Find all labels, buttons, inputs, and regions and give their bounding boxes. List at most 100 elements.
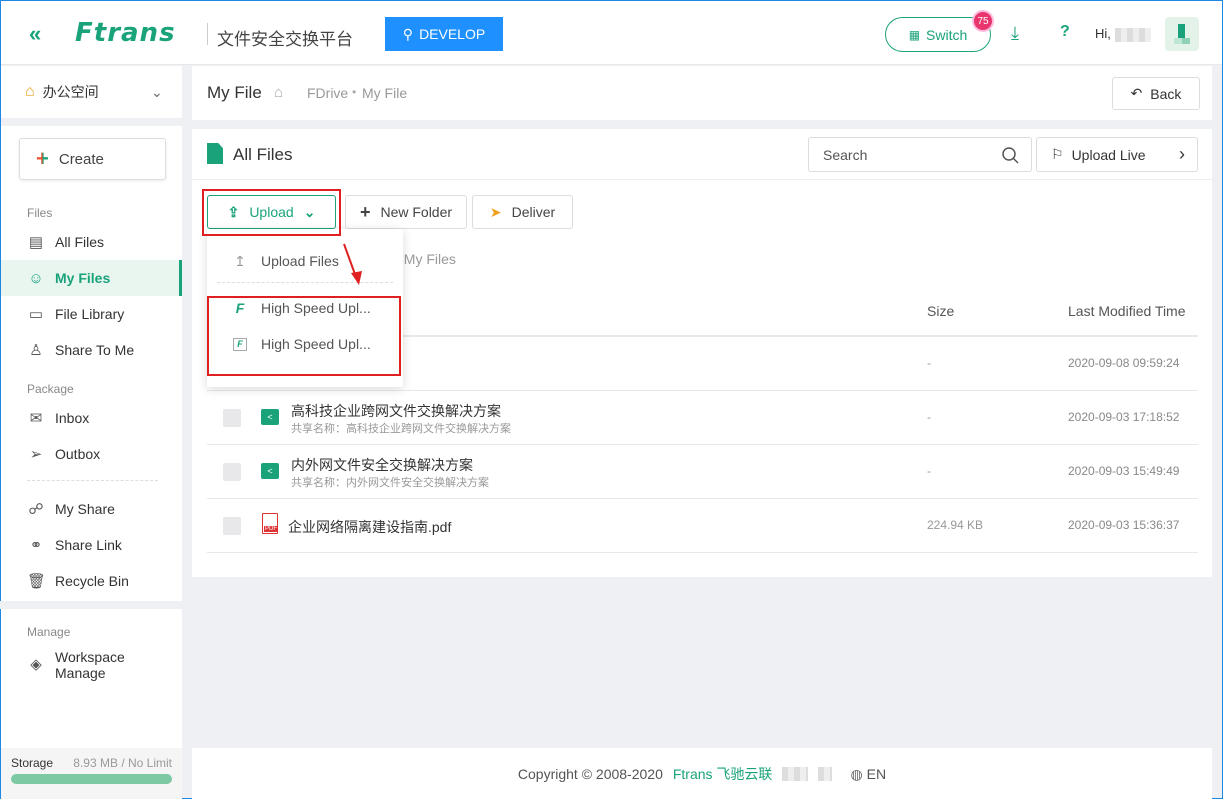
row-size: - — [927, 356, 931, 370]
collapse-sidebar-icon[interactable]: « — [29, 21, 41, 47]
paper-plane-icon: ➤ — [489, 203, 502, 220]
storage-value: 8.93 MB / No Limit — [73, 756, 172, 770]
sidebar-item-all-files[interactable]: ▤ All Files — [1, 224, 182, 260]
row-name[interactable]: 内外网文件安全交换解决方案 — [291, 455, 473, 475]
column-size[interactable]: Size — [927, 303, 954, 319]
table-row[interactable]: < 内外网文件安全交换解决方案 共享名称：内外网文件安全交换解决方案 - 202… — [207, 445, 1198, 499]
breadcrumb-fdrive[interactable]: FDrive — [307, 85, 348, 101]
back-arrow-icon: ↶ — [1130, 85, 1143, 101]
menu-divider — [217, 282, 393, 283]
rocket-icon: ⚐ — [1051, 146, 1064, 162]
share-icon: ☍ — [28, 501, 44, 518]
sidebar-item-recycle-bin[interactable]: 🗑 Recycle Bin — [1, 563, 182, 599]
search-icon[interactable] — [1001, 146, 1019, 164]
sidebar-item-workspace-manage[interactable]: ◈ Workspace Manage — [1, 643, 182, 687]
upload-live-label: Upload Live — [1071, 146, 1146, 163]
row-name[interactable]: 高科技企业跨网文件交换解决方案 — [291, 401, 501, 421]
platform-title: 文件安全交换平台 — [217, 30, 353, 49]
upload-arrow-icon: ↥ — [234, 252, 246, 269]
row-modified: 2020-09-03 15:36:37 — [1068, 518, 1180, 532]
sidebar-item-my-files[interactable]: ☺ My Files — [1, 260, 182, 296]
sidebar-item-label: Recycle Bin — [55, 573, 129, 589]
paper-plane-icon: ➢ — [29, 446, 43, 463]
section-files: Files — [27, 206, 53, 220]
chevron-down-icon: ⌄ — [151, 84, 163, 100]
download-icon[interactable]: ⤓ — [1011, 23, 1019, 44]
deliver-button[interactable]: ➤ Deliver — [472, 195, 573, 229]
folder-list-icon: ▤ — [28, 234, 44, 251]
footer-brand-link[interactable]: Ftrans 飞驰云联 — [673, 764, 773, 784]
sidebar-item-label: My Share — [55, 501, 115, 517]
greeting-label: Hi, — [1095, 26, 1111, 41]
table-row[interactable]: PDF 企业网络隔离建设指南.pdf 224.94 KB 2020-09-03 … — [207, 499, 1198, 553]
blurred-text — [782, 767, 809, 781]
search-input[interactable]: Search — [808, 137, 1032, 172]
footer: Copyright © 2008-2020 Ftrans 飞驰云联 ◍ EN — [192, 748, 1212, 799]
section-package: Package — [27, 382, 74, 396]
search-placeholder: Search — [823, 146, 868, 163]
copyright: Copyright © 2008-2020 — [517, 766, 663, 782]
workspace-selector[interactable]: ⌂ 办公空间 ⌄ — [1, 66, 182, 126]
blurred-username — [1114, 27, 1151, 42]
shared-folder-icon: < — [261, 463, 279, 479]
row-name[interactable]: 企业网络隔离建设指南.pdf — [288, 517, 451, 537]
switch-label: Switch — [926, 26, 968, 43]
trash-icon: 🗑 — [27, 573, 47, 590]
home-icon: ⌂ — [25, 83, 35, 100]
create-button[interactable]: + Create — [19, 138, 166, 180]
row-share-name: 共享名称：内外网文件安全交换解决方案 — [291, 477, 489, 489]
file-panel-header: All Files Search ⚐ Upload Live › — [192, 129, 1212, 180]
link-icon: ⚭ — [29, 537, 43, 554]
row-checkbox[interactable] — [223, 409, 241, 427]
breadcrumb-my-file: My File — [362, 85, 408, 101]
deliver-label: Deliver — [511, 204, 556, 220]
panel-title: All Files — [233, 145, 293, 164]
file-icon — [207, 143, 223, 164]
greeting[interactable]: Hi, — [1095, 26, 1151, 42]
current-path[interactable]: / My Files — [396, 251, 456, 267]
sidebar-item-label: Share To Me — [55, 342, 135, 358]
sidebar: ⌂ 办公空间 ⌄ + Create Files ▤ All Files ☺ My F… — [0, 66, 183, 799]
envelope-icon: ✉ — [29, 410, 43, 427]
row-checkbox[interactable] — [223, 517, 241, 535]
avatar[interactable] — [1165, 17, 1199, 51]
sidebar-item-share-link[interactable]: ⚭ Share Link — [1, 527, 182, 563]
highlight-high-speed-box — [207, 296, 401, 376]
table-row[interactable]: < 高科技企业跨网文件交换解决方案 共享名称：高科技企业跨网文件交换解决方案 -… — [207, 391, 1198, 445]
sidebar-item-share-to-me[interactable]: ♙ Share To Me — [1, 332, 182, 368]
develop-label: DEVELOP — [419, 26, 486, 42]
storage-label: Storage — [11, 756, 54, 770]
sidebar-item-outbox[interactable]: ➢ Outbox — [1, 436, 182, 472]
logo-divider — [207, 23, 208, 45]
row-size: - — [927, 410, 931, 424]
breadcrumb-home-icon[interactable]: ⌂ — [274, 84, 283, 101]
back-button[interactable]: ↶ Back — [1112, 77, 1200, 110]
menu-item-upload-files[interactable]: ↥ Upload Files — [207, 243, 403, 279]
top-header: « Ftrans 文件安全交换平台 ⚲ DEVELOP ▦ Switch 75 … — [1, 1, 1222, 65]
plus-icon: + — [359, 201, 371, 222]
sidebar-item-label: All Files — [55, 234, 105, 250]
sidebar-item-inbox[interactable]: ✉ Inbox — [1, 400, 182, 436]
globe-icon[interactable]: ◍ — [850, 766, 862, 783]
ftrans-logo: Ftrans — [75, 18, 176, 48]
section-manage: Manage — [27, 625, 71, 639]
storage-bar — [11, 774, 172, 784]
help-icon[interactable]: ? — [1060, 23, 1070, 41]
shared-folder-icon: < — [261, 409, 279, 425]
share-users-icon: ♙ — [29, 342, 43, 359]
upload-live-button[interactable]: ⚐ Upload Live › — [1036, 137, 1198, 172]
sidebar-item-file-library[interactable]: ▭ File Library — [1, 296, 182, 332]
sidebar-item-my-share[interactable]: ☍ My Share — [1, 491, 182, 527]
language-switch[interactable]: EN — [867, 766, 886, 782]
page-title: My File — [207, 83, 262, 102]
notification-badge[interactable]: 75 — [972, 10, 994, 32]
library-icon: ▭ — [28, 306, 44, 323]
develop-env-button[interactable]: ⚲ DEVELOP — [385, 17, 503, 51]
new-folder-button[interactable]: + New Folder — [345, 195, 467, 229]
avatar-icon — [1174, 24, 1190, 44]
column-modified[interactable]: Last Modified Time — [1068, 303, 1186, 319]
breadcrumb-bar: My File ⌂ FDrive • My File ↶ Back — [192, 66, 1212, 120]
row-modified: 2020-09-08 09:59:24 — [1068, 356, 1180, 370]
row-checkbox[interactable] — [223, 463, 241, 481]
pdf-icon: PDF — [262, 513, 278, 534]
